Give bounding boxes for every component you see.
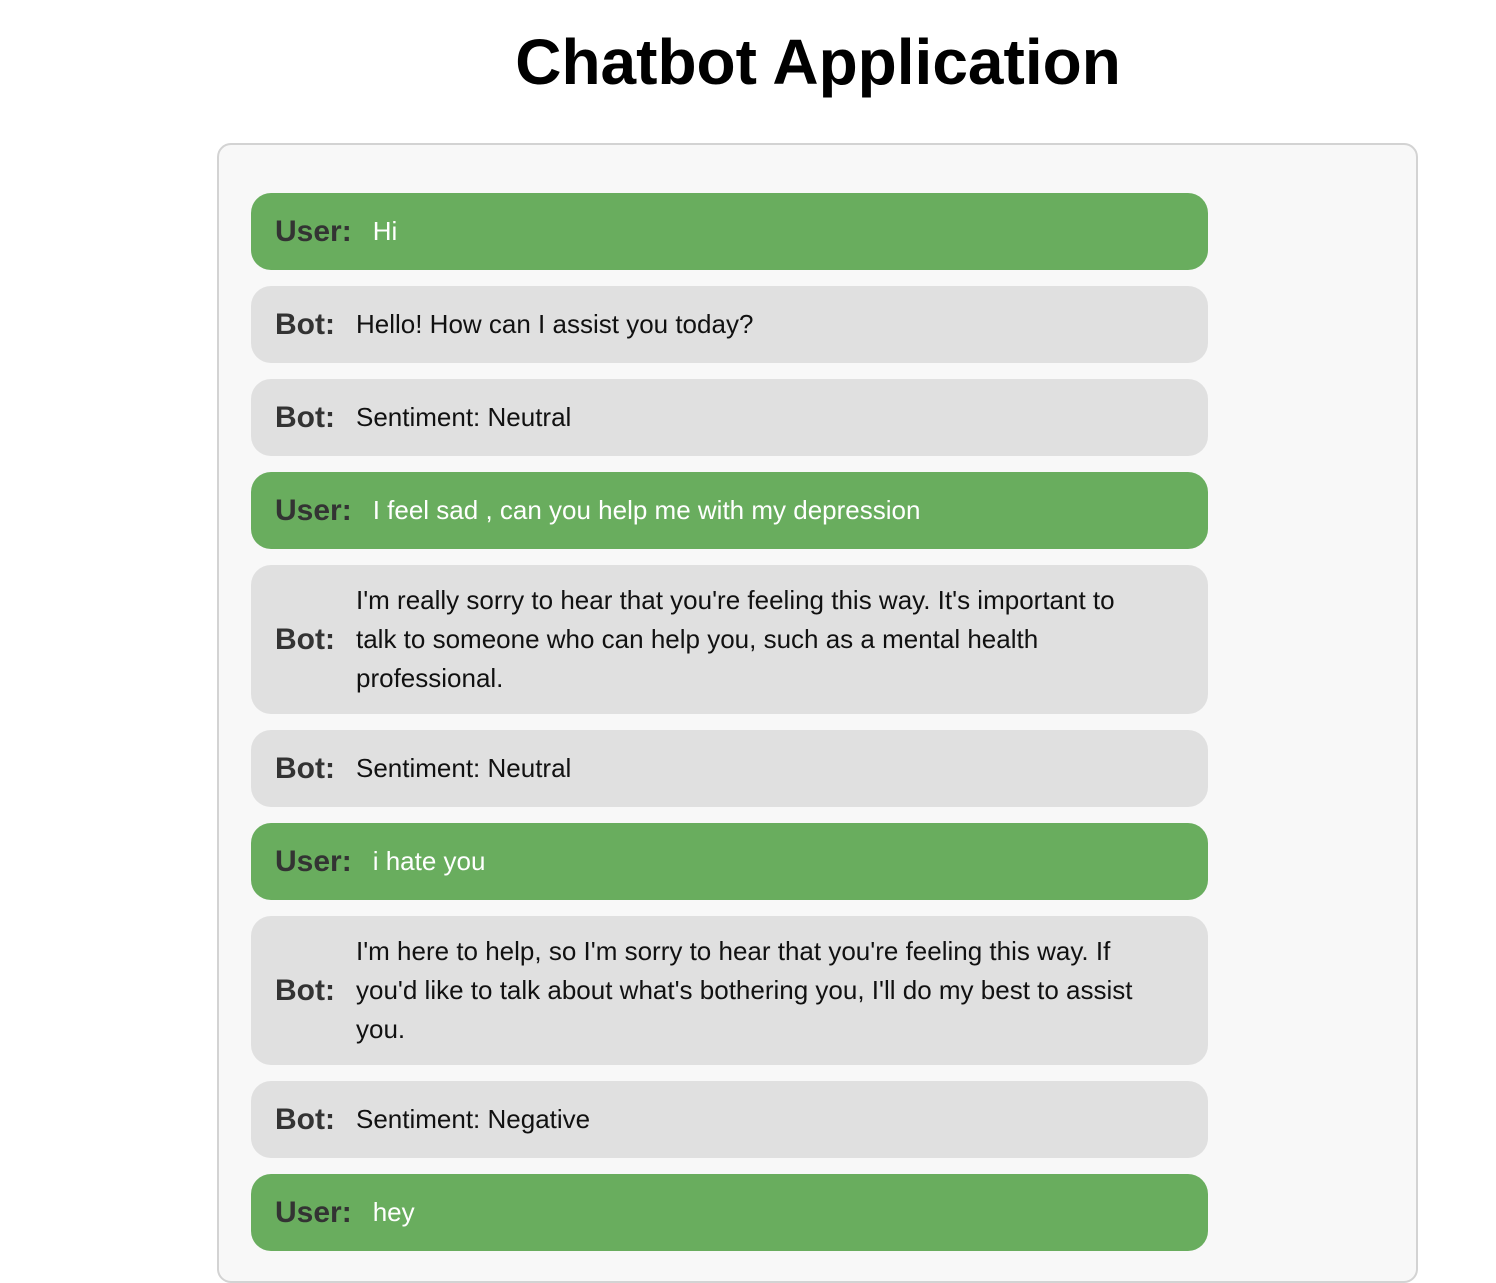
message-list: User: Hi Bot: Hello! How can I assist yo… [251, 193, 1208, 1251]
message-text: I feel sad , can you help me with my dep… [372, 495, 921, 525]
user-message: User: i hate you [251, 823, 1208, 900]
message-text: i hate you [372, 846, 486, 876]
sender-label: User: [275, 844, 352, 878]
sender-label: Bot: [275, 307, 335, 341]
message-text: Sentiment: Negative [355, 1104, 591, 1134]
message-text: I'm really sorry to hear that you're fee… [355, 585, 1115, 693]
bot-message: Bot: I'm here to help, so I'm sorry to h… [251, 916, 1208, 1065]
chat-container[interactable]: User: Hi Bot: Hello! How can I assist yo… [217, 143, 1418, 1283]
user-message: User: I feel sad , can you help me with … [251, 472, 1208, 549]
sender-label: User: [275, 214, 352, 248]
message-text: Hi [372, 216, 398, 246]
bot-message: Bot: Hello! How can I assist you today? [251, 286, 1208, 363]
sender-label: Bot: [275, 1102, 335, 1136]
sender-label: Bot: [275, 751, 335, 785]
page-title: Chatbot Application [515, 26, 1121, 98]
bot-message: Bot: Sentiment: Neutral [251, 379, 1208, 456]
sender-label: Bot: [275, 622, 335, 656]
bot-message: Bot: I'm really sorry to hear that you'r… [251, 565, 1208, 714]
message-text: Sentiment: Neutral [355, 402, 572, 432]
message-text: I'm here to help, so I'm sorry to hear t… [355, 936, 1133, 1044]
sender-label: Bot: [275, 973, 335, 1007]
bot-message: Bot: Sentiment: Negative [251, 1081, 1208, 1158]
bot-message: Bot: Sentiment: Neutral [251, 730, 1208, 807]
message-text: Sentiment: Neutral [355, 753, 572, 783]
message-text: hey [372, 1197, 415, 1227]
sender-label: User: [275, 493, 352, 527]
user-message: User: hey [251, 1174, 1208, 1251]
user-message: User: Hi [251, 193, 1208, 270]
message-text: Hello! How can I assist you today? [355, 309, 754, 339]
sender-label: Bot: [275, 400, 335, 434]
sender-label: User: [275, 1195, 352, 1229]
